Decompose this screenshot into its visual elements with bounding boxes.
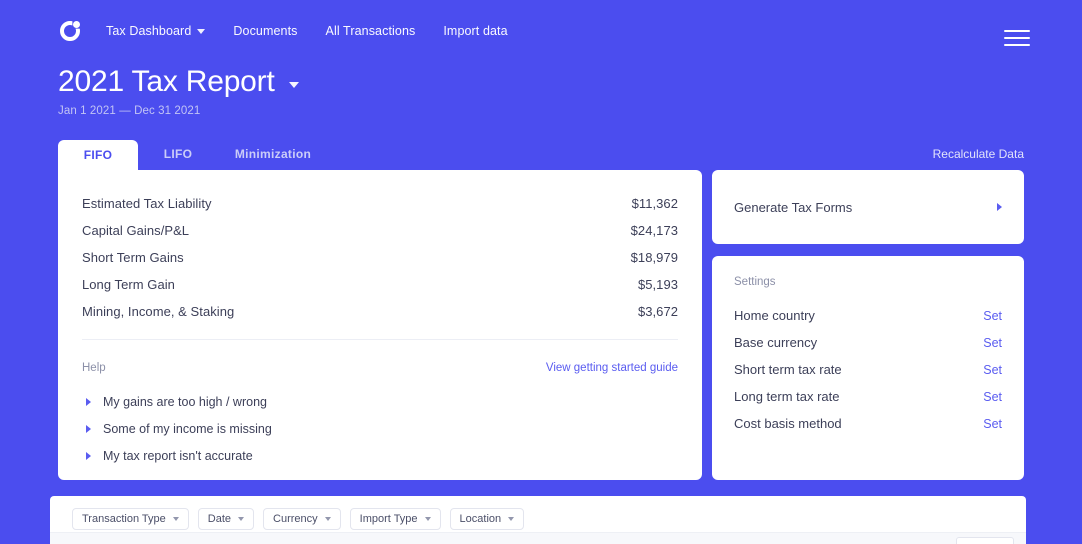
help-section: Help View getting started guide My gains… — [58, 346, 702, 469]
nav-item-documents[interactable]: Documents — [233, 24, 297, 38]
nav-links: Tax Dashboard Documents All Transactions… — [106, 24, 508, 38]
settings-row-home-country: Home country Set — [734, 302, 1002, 329]
filter-import-type[interactable]: Import Type — [350, 508, 441, 530]
generate-tax-forms-label: Generate Tax Forms — [734, 200, 852, 215]
row-value: $18,979 — [631, 250, 678, 265]
filter-location[interactable]: Location — [450, 508, 525, 530]
table-header-action-button[interactable] — [956, 537, 1014, 544]
generate-tax-forms-card[interactable]: Generate Tax Forms — [712, 170, 1024, 244]
transactions-table-header — [50, 532, 1026, 544]
cointracker-logo[interactable] — [60, 21, 80, 41]
row-label: Capital Gains/P&L — [82, 223, 189, 238]
filter-date[interactable]: Date — [198, 508, 254, 530]
transactions-panel: Transaction Type Date Currency Import Ty… — [50, 496, 1026, 544]
filter-currency[interactable]: Currency — [263, 508, 341, 530]
filter-label: Transaction Type — [82, 513, 166, 525]
settings-row-label: Short term tax rate — [734, 362, 842, 377]
help-title: Help — [82, 362, 106, 374]
filter-label: Currency — [273, 513, 318, 525]
chevron-right-icon — [997, 203, 1002, 211]
table-row: Mining, Income, & Staking $3,672 — [82, 298, 678, 325]
row-value: $11,362 — [632, 196, 678, 211]
help-item-label: My gains are too high / wrong — [103, 395, 267, 409]
table-row: Capital Gains/P&L $24,173 — [82, 217, 678, 244]
tab-bar: FIFO LIFO Minimization Recalculate Data — [58, 140, 1024, 170]
recalculate-data-link[interactable]: Recalculate Data — [933, 147, 1024, 170]
settings-row-long-term-tax-rate: Long term tax rate Set — [734, 383, 1002, 410]
settings-row-label: Home country — [734, 308, 815, 323]
filter-label: Import Type — [360, 513, 418, 525]
row-value: $3,672 — [638, 304, 678, 319]
settings-row-label: Base currency — [734, 335, 817, 350]
chevron-down-icon — [425, 517, 431, 521]
list-item[interactable]: My tax report isn't accurate — [82, 442, 678, 469]
settings-row-label: Cost basis method — [734, 416, 842, 431]
set-base-currency-link[interactable]: Set — [983, 336, 1002, 350]
set-long-term-tax-rate-link[interactable]: Set — [983, 390, 1002, 404]
tab-fifo[interactable]: FIFO — [58, 140, 138, 170]
nav-item-tax-dashboard-label: Tax Dashboard — [106, 24, 191, 38]
settings-row-base-currency: Base currency Set — [734, 329, 1002, 356]
chevron-down-icon — [173, 517, 179, 521]
list-item[interactable]: Some of my income is missing — [82, 415, 678, 442]
nav-item-all-transactions[interactable]: All Transactions — [326, 24, 416, 38]
tax-report-page: Tax Dashboard Documents All Transactions… — [0, 0, 1082, 544]
set-short-term-tax-rate-link[interactable]: Set — [983, 363, 1002, 377]
table-row: Long Term Gain $5,193 — [82, 271, 678, 298]
tab-lifo[interactable]: LIFO — [138, 138, 218, 170]
chevron-down-icon — [508, 517, 514, 521]
page-title-row[interactable]: 2021 Tax Report — [58, 62, 299, 102]
settings-row-cost-basis-method: Cost basis method Set — [734, 410, 1002, 437]
chevron-right-icon — [86, 452, 91, 460]
page-title: 2021 Tax Report — [58, 62, 275, 102]
chevron-down-icon — [197, 29, 205, 34]
table-row: Short Term Gains $18,979 — [82, 244, 678, 271]
list-item[interactable]: My gains are too high / wrong — [82, 388, 678, 415]
hamburger-line-3 — [1004, 44, 1030, 46]
set-cost-basis-method-link[interactable]: Set — [983, 417, 1002, 431]
settings-title: Settings — [734, 276, 1002, 288]
chevron-down-icon — [325, 517, 331, 521]
help-header: Help View getting started guide — [82, 362, 678, 374]
filter-label: Location — [460, 513, 502, 525]
row-label: Long Term Gain — [82, 277, 175, 292]
settings-row-label: Long term tax rate — [734, 389, 840, 404]
nav-item-import-data[interactable]: Import data — [443, 24, 507, 38]
chevron-right-icon — [86, 398, 91, 406]
row-label: Estimated Tax Liability — [82, 196, 212, 211]
chevron-down-icon — [238, 517, 244, 521]
chevron-right-icon — [86, 425, 91, 433]
set-home-country-link[interactable]: Set — [983, 309, 1002, 323]
hamburger-line-1 — [1004, 30, 1030, 32]
logo-dot — [73, 21, 80, 28]
hamburger-line-2 — [1004, 37, 1030, 39]
getting-started-guide-link[interactable]: View getting started guide — [546, 362, 678, 374]
tax-summary-list: Estimated Tax Liability $11,362 Capital … — [58, 170, 702, 346]
help-item-label: Some of my income is missing — [103, 422, 272, 436]
date-range-label: Jan 1 2021 — Dec 31 2021 — [58, 105, 299, 117]
page-header: 2021 Tax Report Jan 1 2021 — Dec 31 2021 — [58, 62, 299, 117]
filter-bar: Transaction Type Date Currency Import Ty… — [50, 496, 1026, 532]
filter-transaction-type[interactable]: Transaction Type — [72, 508, 189, 530]
nav-item-tax-dashboard[interactable]: Tax Dashboard — [106, 24, 205, 38]
row-label: Mining, Income, & Staking — [82, 304, 234, 319]
title-chevron-down-icon[interactable] — [289, 82, 299, 88]
tab-minimization[interactable]: Minimization — [218, 138, 328, 170]
row-value: $24,173 — [631, 223, 678, 238]
top-navigation-bar: Tax Dashboard Documents All Transactions… — [0, 0, 1082, 62]
tax-summary-card: Estimated Tax Liability $11,362 Capital … — [58, 170, 702, 480]
settings-row-short-term-tax-rate: Short term tax rate Set — [734, 356, 1002, 383]
settings-card: Settings Home country Set Base currency … — [712, 256, 1024, 480]
table-row: Estimated Tax Liability $11,362 — [82, 190, 678, 217]
help-item-label: My tax report isn't accurate — [103, 449, 253, 463]
hamburger-menu-icon[interactable] — [1004, 30, 1030, 46]
filter-label: Date — [208, 513, 231, 525]
section-divider — [82, 339, 678, 340]
row-label: Short Term Gains — [82, 250, 184, 265]
row-value: $5,193 — [638, 277, 678, 292]
